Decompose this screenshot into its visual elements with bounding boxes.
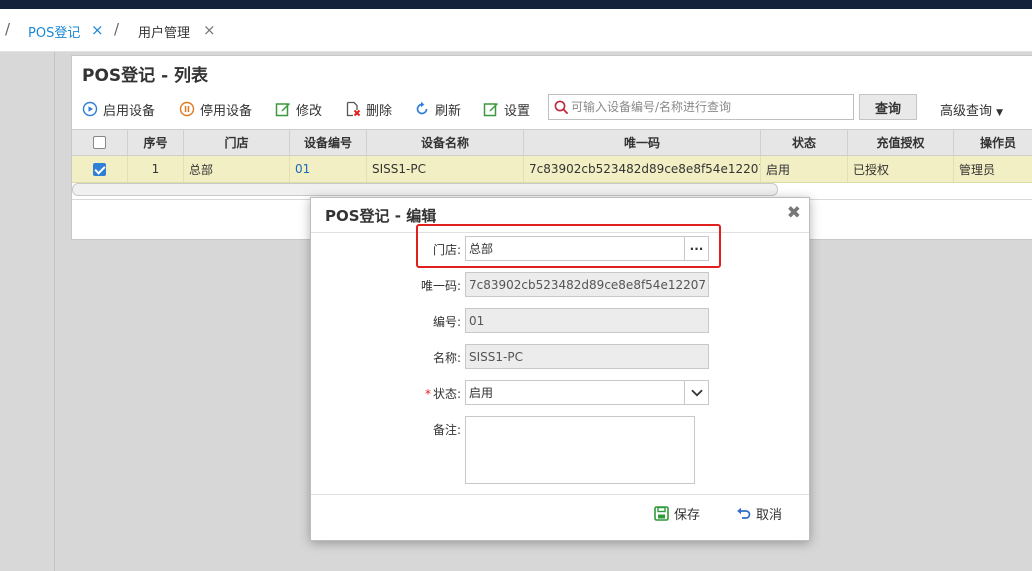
column-header[interactable]: 序号 [128, 130, 184, 155]
required-marker: * [424, 387, 431, 401]
edit-button[interactable]: 修改 [275, 99, 322, 119]
delete-label: 删除 [366, 103, 393, 119]
toolbar: 启用设备 停用设备 修改 删除 刷新 设置 可输入设备编号/名称进行查询 查询 … [72, 90, 1032, 126]
name-field: SISS1-PC [465, 344, 709, 369]
table-cell: 启用 [761, 156, 848, 182]
delete-button[interactable]: 删除 [345, 99, 392, 119]
disable-device-button[interactable]: 停用设备 [179, 99, 252, 119]
tab-bar: / POS登记 × / 用户管理 × [0, 9, 1032, 52]
left-sidebar [0, 52, 55, 571]
column-header[interactable]: 状态 [761, 130, 848, 155]
column-header[interactable]: 操作员 [954, 130, 1032, 155]
column-header[interactable]: 门店 [184, 130, 290, 155]
chevron-down-icon[interactable] [684, 381, 708, 404]
enable-device-button[interactable]: 启用设备 [82, 99, 155, 119]
tab-pos-register-close-icon[interactable]: × [91, 21, 104, 39]
grid-header: 序号 门店 设备编号 设备名称 唯一码 状态 充值授权 操作员 [72, 129, 1032, 156]
column-header[interactable]: 充值授权 [848, 130, 954, 155]
tab-user-management-close-icon[interactable]: × [203, 21, 216, 39]
edit-icon [275, 101, 291, 117]
tab-pos-register[interactable]: POS登记 [28, 22, 80, 41]
enable-device-label: 启用设备 [103, 103, 156, 119]
advanced-query-label: 高级查询 [940, 104, 993, 119]
dialog-title: POS登记 - 编辑 [325, 207, 437, 225]
advanced-query-button[interactable]: 高级查询 ▼ [940, 100, 1003, 119]
table-cell: 01 [290, 156, 367, 182]
status-value: 启用 [469, 386, 494, 400]
settings-button[interactable]: 设置 [483, 99, 530, 119]
save-button[interactable]: 保存 [654, 504, 700, 523]
play-circle-icon [82, 101, 98, 117]
table-cell: 已授权 [848, 156, 954, 182]
search-box[interactable] [548, 94, 854, 120]
cancel-label: 取消 [756, 508, 783, 523]
data-grid: 序号 门店 设备编号 设备名称 唯一码 状态 充值授权 操作员 1 总部 01 … [72, 129, 1032, 183]
cancel-button[interactable]: 取消 [736, 504, 782, 523]
table-cell: 7c83902cb523482d89ce8e8f54e12207 [524, 156, 761, 182]
table-cell: 总部 [184, 156, 290, 182]
tab-separator: / [5, 20, 11, 38]
save-icon [654, 506, 669, 521]
column-header[interactable]: 设备名称 [367, 130, 524, 155]
table-cell: 1 [128, 156, 184, 182]
divider [311, 494, 809, 495]
refresh-icon [414, 101, 430, 117]
tab-separator: / [114, 20, 120, 38]
remark-textarea[interactable] [465, 416, 695, 484]
pause-circle-icon [179, 101, 195, 117]
table-cell: SISS1-PC [367, 156, 524, 182]
disable-device-label: 停用设备 [200, 103, 253, 119]
divider [311, 232, 809, 233]
top-bar [0, 0, 1032, 9]
code-field: 01 [465, 308, 709, 333]
row-checkbox-cell[interactable] [72, 156, 128, 182]
column-header[interactable]: 唯一码 [524, 130, 761, 155]
store-value: 总部 [469, 242, 494, 256]
status-label: * 状态: [401, 385, 461, 402]
settings-edit-icon [483, 101, 499, 117]
edit-dialog: POS登记 - 编辑 ✖ 门店: 总部 ··· 唯一码: 7c83902cb52… [310, 197, 810, 541]
table-row[interactable]: 1 总部 01 SISS1-PC 7c83902cb523482d89ce8e8… [72, 156, 1032, 183]
remark-label: 备注: [432, 423, 461, 437]
table-cell: 管理员 [959, 162, 996, 177]
horizontal-scrollbar[interactable] [72, 183, 778, 196]
store-picker-button[interactable]: ··· [684, 237, 708, 260]
panel-title: POS登记 - 列表 [82, 66, 209, 86]
column-header[interactable]: 设备编号 [290, 130, 367, 155]
refresh-label: 刷新 [435, 103, 462, 119]
tab-user-management[interactable]: 用户管理 [138, 22, 190, 41]
query-button[interactable]: 查询 [859, 94, 917, 120]
close-icon[interactable]: ✖ [787, 203, 801, 223]
search-input[interactable] [571, 98, 849, 116]
undo-icon [736, 506, 751, 521]
uid-label: 唯一码: [420, 279, 461, 293]
store-field[interactable]: 总部 ··· [465, 236, 709, 261]
settings-label: 设置 [504, 103, 531, 119]
status-label-text: 状态: [432, 387, 461, 401]
uid-field: 7c83902cb523482d89ce8e8f54e12207 [465, 272, 709, 297]
name-label: 名称: [432, 351, 461, 365]
select-all-checkbox-cell[interactable] [72, 130, 128, 155]
select-all-checkbox[interactable] [93, 136, 106, 149]
search-icon [554, 100, 569, 119]
refresh-button[interactable]: 刷新 [414, 99, 461, 119]
row-checkbox[interactable] [93, 162, 106, 176]
edit-label: 修改 [296, 103, 323, 119]
save-label: 保存 [674, 508, 701, 523]
status-select[interactable]: 启用 [465, 380, 709, 405]
delete-file-icon [345, 101, 361, 117]
caret-down-icon: ▼ [996, 108, 1004, 118]
store-label: 门店: [432, 243, 461, 257]
code-label: 编号: [432, 315, 461, 329]
